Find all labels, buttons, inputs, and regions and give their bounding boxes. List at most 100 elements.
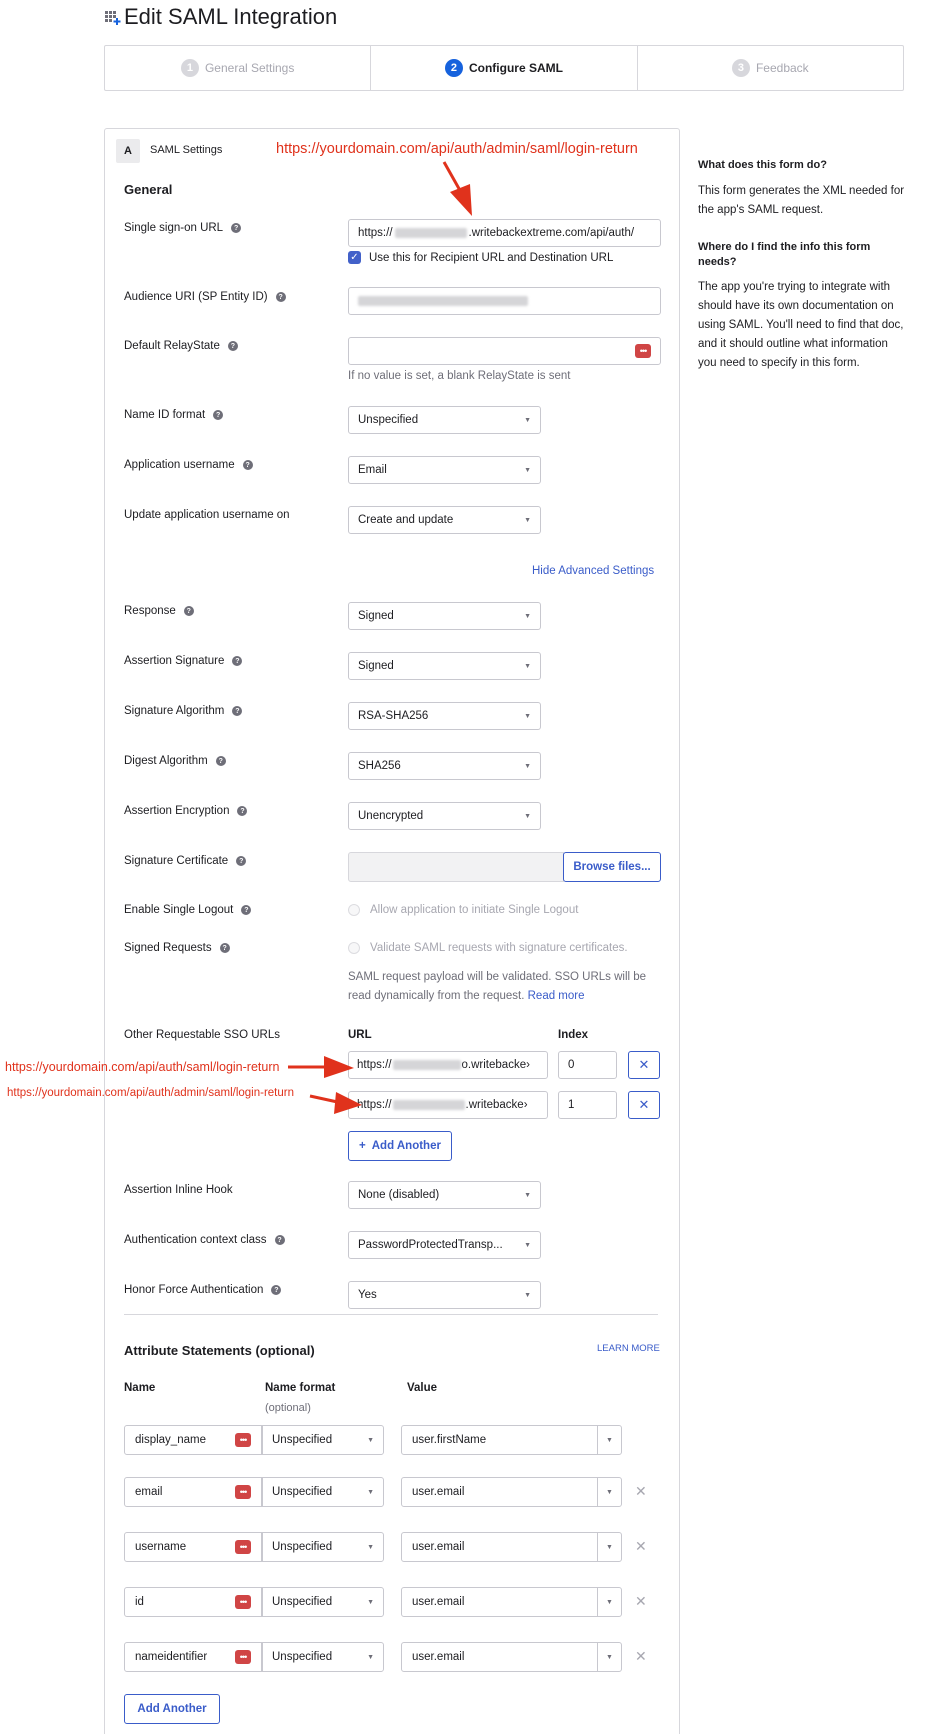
browse-files-button[interactable]: Browse files... [563,852,661,882]
attribute-name-input[interactable]: email ••• [124,1477,262,1507]
other-sso-urls-label: Other Requestable SSO URLs [124,1029,280,1041]
help-icon[interactable]: ? [215,756,226,766]
update-username-select[interactable]: Create and update ▼ [348,506,541,534]
remove-attribute-icon[interactable]: ✕ [635,1538,647,1555]
checkbox-disabled[interactable] [348,942,360,954]
signature-algorithm-label-text: Signature Algorithm [124,705,225,717]
step-configure-saml[interactable]: 2 Configure SAML [371,46,638,90]
read-more-link[interactable]: Read more [528,990,585,1002]
help-question-2: Where do I find the info this form needs… [698,241,871,268]
chevron-down-icon[interactable]: ▼ [597,1643,621,1671]
chevron-down-icon[interactable]: ▼ [597,1533,621,1561]
attribute-value-combobox[interactable]: user.firstName ▼ [401,1425,622,1455]
checkbox-checked-icon[interactable]: ✓ [348,251,361,264]
learn-more-link[interactable]: LEARN MORE [597,1343,660,1354]
help-icon[interactable]: ? [242,460,253,470]
remove-attribute-icon[interactable]: ✕ [635,1648,647,1665]
attribute-format-select[interactable]: Unspecified ▼ [262,1532,384,1562]
sso-index-input[interactable]: 1 [558,1091,617,1119]
inline-hook-select[interactable]: None (disabled) ▼ [348,1181,541,1209]
chevron-down-icon: ▼ [524,466,531,474]
annotation-sso-url-2: https://yourdomain.com/api/auth/admin/sa… [7,1087,295,1099]
remove-url-button[interactable]: ✕ [628,1051,660,1079]
assertion-signature-select[interactable]: Signed ▼ [348,652,541,680]
recipient-checkbox-row[interactable]: ✓ Use this for Recipient URL and Destina… [348,251,613,264]
help-icon[interactable]: ? [231,223,242,233]
chevron-down-icon[interactable]: ▼ [597,1588,621,1616]
help-icon[interactable]: ? [274,1235,285,1245]
help-icon[interactable]: ? [275,292,286,302]
password-manager-icon[interactable]: ••• [235,1540,251,1554]
remove-url-button[interactable]: ✕ [628,1091,660,1119]
annotation-arrow-icon [309,1092,362,1114]
select-value: Unspecified [272,1541,333,1553]
help-icon[interactable]: ? [232,706,243,716]
remove-attribute-icon[interactable]: ✕ [635,1483,647,1500]
chevron-down-icon[interactable]: ▼ [597,1478,621,1506]
step-general-settings[interactable]: 1 General Settings [105,46,372,90]
nameid-format-label: Name ID format ? [124,409,224,421]
relay-state-input[interactable]: ••• [348,337,661,365]
attribute-format-select[interactable]: Unspecified ▼ [262,1587,384,1617]
help-icon[interactable]: ? [271,1285,282,1295]
attribute-name-input[interactable]: nameidentifier ••• [124,1642,262,1672]
section-divider [124,1314,658,1315]
auth-context-select[interactable]: PasswordProtectedTransp... ▼ [348,1231,541,1259]
attribute-name-input[interactable]: username ••• [124,1532,262,1562]
sso-url-input[interactable]: https:// .writebackextreme.com/api/auth/ [348,219,661,247]
help-icon[interactable]: ? [183,606,194,616]
help-icon[interactable]: ? [237,806,248,816]
nameid-format-select[interactable]: Unspecified ▼ [348,406,541,434]
signature-algorithm-select[interactable]: RSA-SHA256 ▼ [348,702,541,730]
attribute-format-select[interactable]: Unspecified ▼ [262,1477,384,1507]
chevron-down-icon: ▼ [524,516,531,524]
add-another-attribute-button[interactable]: Add Another [124,1694,220,1724]
attribute-value-combobox[interactable]: user.email ▼ [401,1587,622,1617]
redacted-text [392,1060,461,1070]
sso-url-row-input[interactable]: https:// .writebacke› [348,1091,548,1119]
help-icon[interactable]: ? [227,341,238,351]
help-icon[interactable]: ? [232,656,243,666]
sso-url-label: Single sign-on URL ? [124,222,242,234]
help-icon[interactable]: ? [236,856,247,866]
remove-attribute-icon[interactable]: ✕ [635,1593,647,1610]
audience-uri-input[interactable] [348,287,661,315]
password-manager-icon[interactable]: ••• [235,1650,251,1664]
help-icon[interactable]: ? [241,905,252,915]
sso-index-input[interactable]: 0 [558,1051,617,1079]
force-auth-label-text: Honor Force Authentication [124,1284,264,1296]
digest-algorithm-select[interactable]: SHA256 ▼ [348,752,541,780]
response-select[interactable]: Signed ▼ [348,602,541,630]
hide-advanced-settings-link[interactable]: Hide Advanced Settings [532,565,654,577]
assertion-encryption-select[interactable]: Unencrypted ▼ [348,802,541,830]
chevron-down-icon: ▼ [524,416,531,424]
attribute-name-text: nameidentifier [135,1651,208,1663]
chevron-down-icon: ▼ [367,1488,374,1496]
step-number: 1 [180,59,199,77]
signed-requests-note-line2: read dynamically from the request. Read … [348,990,585,1002]
attribute-name-input[interactable]: id ••• [124,1587,262,1617]
attribute-format-select[interactable]: Unspecified ▼ [262,1425,384,1455]
help-icon[interactable]: ? [219,943,230,953]
password-manager-icon[interactable]: ••• [635,344,651,358]
attribute-format-select[interactable]: Unspecified ▼ [262,1642,384,1672]
attribute-value-combobox[interactable]: user.email ▼ [401,1642,622,1672]
checkbox-disabled[interactable] [348,904,360,916]
password-manager-icon[interactable]: ••• [235,1433,251,1447]
signed-requests-option[interactable]: Validate SAML requests with signature ce… [348,942,628,954]
app-username-select[interactable]: Email ▼ [348,456,541,484]
attribute-name-input[interactable]: display_name ••• [124,1425,262,1455]
attribute-value-combobox[interactable]: user.email ▼ [401,1532,622,1562]
single-logout-option[interactable]: Allow application to initiate Single Log… [348,904,578,916]
force-auth-label: Honor Force Authentication ? [124,1284,282,1296]
attribute-value-combobox[interactable]: user.email ▼ [401,1477,622,1507]
password-manager-icon[interactable]: ••• [235,1595,251,1609]
step-feedback[interactable]: 3 Feedback [638,46,903,90]
force-auth-select[interactable]: Yes ▼ [348,1281,541,1309]
help-icon[interactable]: ? [213,410,224,420]
add-another-url-button[interactable]: + Add Another [348,1131,452,1161]
sso-url-row-input[interactable]: https:// o.writebacke› [348,1051,548,1079]
chevron-down-icon[interactable]: ▼ [597,1426,621,1454]
password-manager-icon[interactable]: ••• [235,1485,251,1499]
chevron-down-icon: ▼ [524,1191,531,1199]
